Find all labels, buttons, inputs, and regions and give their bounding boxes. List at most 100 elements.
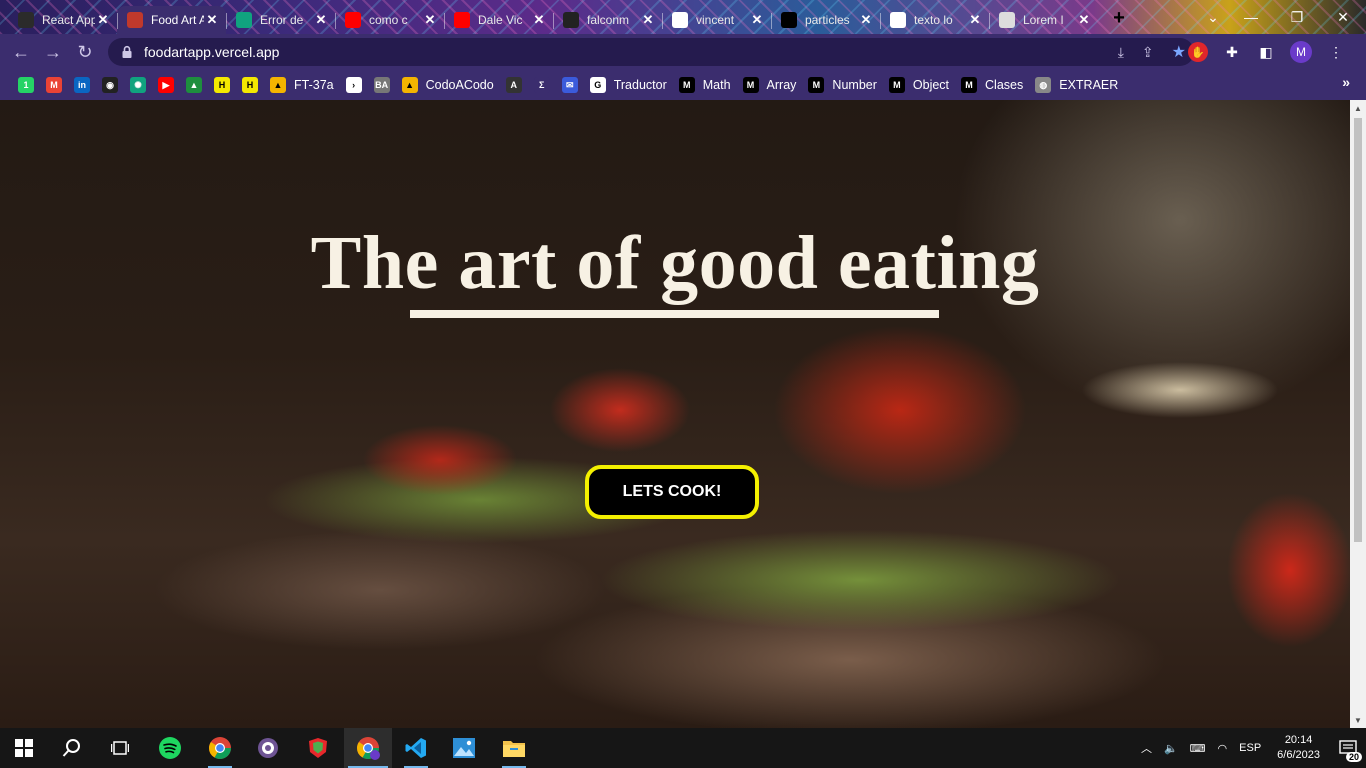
page-scrollbar[interactable]: ▲ ▼ (1350, 100, 1366, 728)
new-tab-button[interactable]: + (1108, 7, 1130, 29)
more-bookmarks-chevron-icon[interactable]: » (1342, 74, 1350, 90)
share-icon[interactable]: ⇪ (1142, 44, 1154, 61)
bookmark-item[interactable]: ◍ EXTRAER (1029, 72, 1124, 98)
scroll-up-icon[interactable]: ▲ (1350, 100, 1366, 116)
chrome-icon[interactable] (196, 728, 244, 768)
browser-tab[interactable]: falconm ✕ (553, 6, 662, 34)
close-tab-icon[interactable]: ✕ (204, 12, 220, 28)
volume-icon[interactable]: 🔈 (1164, 742, 1178, 755)
close-tab-icon[interactable]: ✕ (531, 12, 547, 28)
close-window-button[interactable]: ✕ (1320, 0, 1366, 34)
close-tab-icon[interactable]: ✕ (95, 12, 111, 28)
bookmark-label: FT-37a (294, 78, 334, 92)
bookmark-item[interactable]: H (236, 72, 264, 98)
scroll-down-icon[interactable]: ▼ (1350, 712, 1366, 728)
bookmark-item[interactable]: H (208, 72, 236, 98)
close-tab-icon[interactable]: ✕ (967, 12, 983, 28)
bookmark-item[interactable]: M (40, 72, 68, 98)
close-tab-icon[interactable]: ✕ (640, 12, 656, 28)
clock[interactable]: 20:14 6/6/2023 (1277, 733, 1320, 763)
vscode-icon[interactable] (392, 728, 440, 768)
browser-tab[interactable]: React App ✕ (8, 6, 117, 34)
bookmark-label: Traductor (613, 78, 667, 92)
tab-search-chevron-icon[interactable]: ⌄ (1198, 0, 1228, 34)
browser-tab[interactable]: como c ✕ (335, 6, 444, 34)
minimize-button[interactable]: — (1228, 0, 1274, 34)
clock-time: 20:14 (1284, 734, 1313, 746)
bookmark-item[interactable]: A (500, 72, 528, 98)
tab-strip: React App✕Food Art App✕Error de✕como c✕D… (0, 0, 1366, 34)
mdn-icon: M (808, 77, 825, 93)
bookmark-item[interactable]: ▶ (152, 72, 180, 98)
menu-kebab-icon[interactable]: ⋮ (1326, 42, 1346, 62)
bookmark-item[interactable]: M Object (883, 72, 955, 98)
lets-cook-button[interactable]: LETS COOK! (585, 465, 759, 519)
browser-tab[interactable]: Lorem I ✕ (989, 6, 1098, 34)
file-explorer-icon[interactable] (490, 728, 538, 768)
search-icon[interactable] (48, 728, 96, 768)
page-hero: The art of good eating LETS COOK! (0, 100, 1350, 728)
bookmark-item[interactable]: ▲ (180, 72, 208, 98)
language-indicator[interactable]: ESP (1239, 742, 1261, 754)
forward-arrow-icon[interactable]: → (37, 36, 69, 68)
tray-chevron-up-icon[interactable]: ︿ (1141, 740, 1152, 756)
back-arrow-icon[interactable]: ← (5, 36, 37, 68)
bookmark-item[interactable]: M Number (802, 72, 882, 98)
close-tab-icon[interactable]: ✕ (422, 12, 438, 28)
close-tab-icon[interactable]: ✕ (858, 12, 874, 28)
browser-tab[interactable]: Dale Vic ✕ (444, 6, 553, 34)
scroll-thumb[interactable] (1354, 118, 1362, 542)
close-tab-icon[interactable]: ✕ (1076, 12, 1092, 28)
maximize-button[interactable]: ❐ (1274, 0, 1320, 34)
extensions-puzzle-icon[interactable]: ✚ (1222, 42, 1242, 62)
reload-icon[interactable]: ↻ (69, 36, 101, 68)
adblock-extension-icon[interactable]: ✋ (1188, 42, 1208, 62)
bookmark-item[interactable]: › (340, 72, 368, 98)
ba-icon: BA (373, 77, 390, 93)
browser-tab[interactable]: texto lo ✕ (880, 6, 989, 34)
browser-tab[interactable]: vincent ✕ (662, 6, 771, 34)
address-bar[interactable]: foodartapp.vercel.app ⤓ ⇪ ★ (108, 38, 1194, 66)
chrome-profile-icon[interactable] (344, 728, 392, 768)
close-tab-icon[interactable]: ✕ (749, 12, 765, 28)
drive-icon: ▲ (401, 77, 418, 93)
whatsapp-icon: 1 (18, 77, 34, 93)
opera-gx-icon[interactable] (294, 728, 342, 768)
browser-tab[interactable]: Food Art App✕ (117, 6, 226, 34)
bookmarks-bar: 1 Min ◉ ✺ ▶ ▲ H H ▲ FT-37a › BA ▲ CodoACodo A Σ ✉ G Traduc… (0, 70, 1366, 100)
bookmark-item[interactable]: M Array (737, 72, 803, 98)
bookmark-item[interactable]: ▲ FT-37a (264, 72, 340, 98)
spotify-icon[interactable] (146, 728, 194, 768)
url-text[interactable]: foodartapp.vercel.app (144, 44, 279, 60)
wifi-icon[interactable]: ◠ (1218, 742, 1228, 755)
bookmark-item[interactable]: ✉ (556, 72, 584, 98)
install-app-icon[interactable]: ⤓ (1118, 44, 1124, 61)
mdn-icon: M (742, 77, 759, 93)
photos-icon[interactable] (440, 728, 488, 768)
task-view-icon[interactable] (96, 728, 144, 768)
bookmark-item[interactable]: G Traductor (584, 72, 673, 98)
bookmark-item[interactable]: Σ (528, 72, 556, 98)
bookmark-label: Object (912, 78, 950, 92)
bookmark-item[interactable]: ◉ (96, 72, 124, 98)
github-desktop-icon[interactable] (244, 728, 292, 768)
bookmark-item[interactable]: M Clases (955, 72, 1029, 98)
google-icon (672, 12, 688, 28)
bookmark-item[interactable]: ▲ CodoACodo (396, 72, 500, 98)
lock-icon[interactable] (120, 45, 134, 59)
profile-avatar[interactable]: M (1290, 41, 1312, 63)
close-tab-icon[interactable]: ✕ (313, 12, 329, 28)
bookmark-item[interactable]: ✺ (124, 72, 152, 98)
bookmark-star-icon[interactable]: ★ (1172, 42, 1186, 62)
keyboard-icon[interactable]: ⌨ (1190, 742, 1206, 755)
bookmark-item[interactable]: 1 (12, 72, 40, 98)
terminal-icon: › (345, 77, 362, 93)
windows-start-icon[interactable] (0, 728, 48, 768)
bookmark-item[interactable]: in (68, 72, 96, 98)
browser-tab[interactable]: particles ✕ (771, 6, 880, 34)
browser-tab[interactable]: Error de ✕ (226, 6, 335, 34)
bookmark-item[interactable]: BA (368, 72, 396, 98)
bookmark-item[interactable]: M Math (673, 72, 737, 98)
notification-center-icon[interactable]: 20 (1330, 728, 1366, 768)
side-panel-icon[interactable]: ◧ (1256, 42, 1276, 62)
